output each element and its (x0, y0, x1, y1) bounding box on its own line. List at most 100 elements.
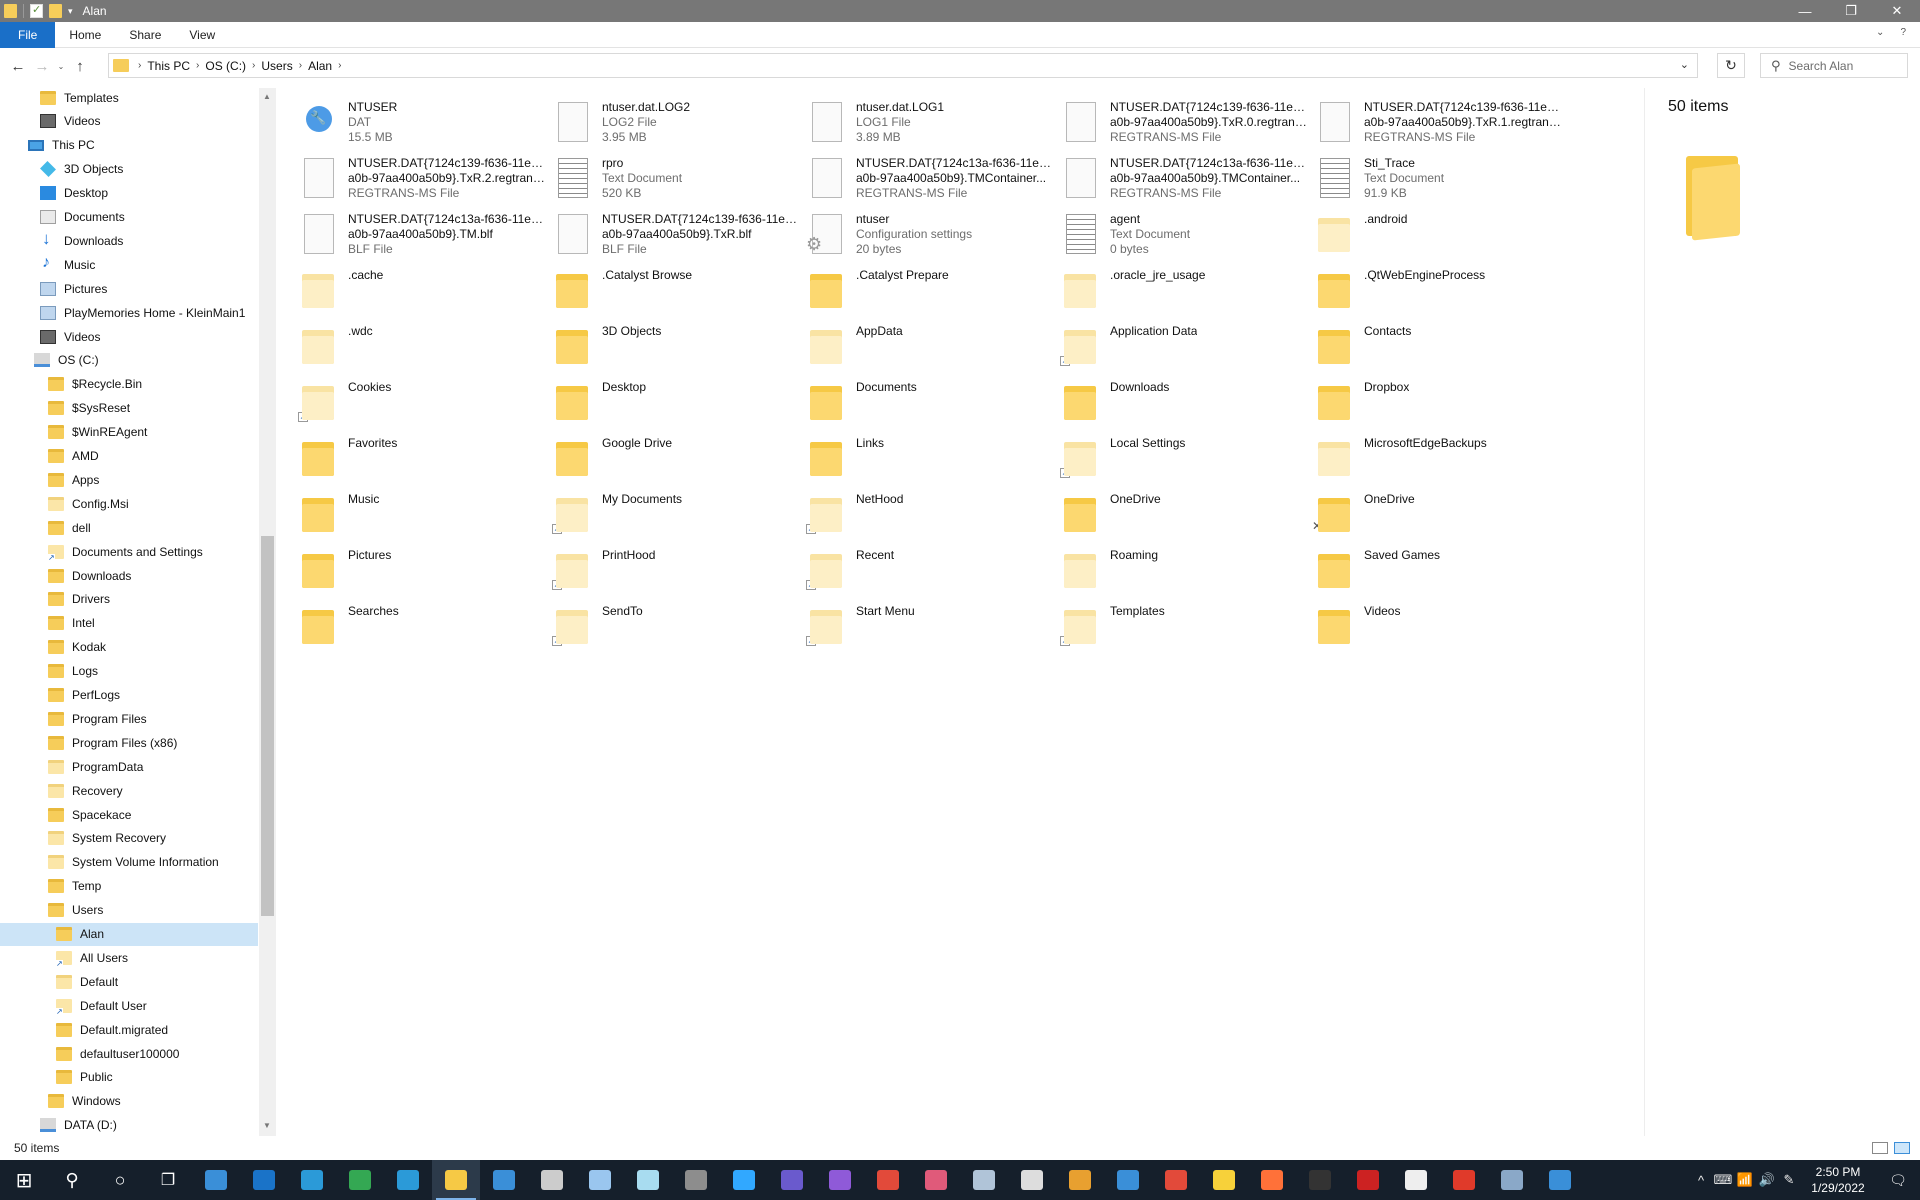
folder-item[interactable]: ☁ OneDrive (1060, 486, 1314, 542)
folder-item[interactable]: ▣ Contacts (1314, 318, 1568, 374)
acrobat-taskbar-button[interactable] (1440, 1160, 1488, 1200)
edge-taskbar-button[interactable] (288, 1160, 336, 1200)
nav-item-winreagent[interactable]: $WinREAgent (0, 421, 147, 444)
folder-item[interactable]: ↗ Start Menu (806, 598, 1060, 654)
new-folder-icon[interactable] (49, 4, 62, 18)
nav-item-default-migrated[interactable]: Default.migrated (0, 1018, 168, 1041)
app-check-taskbar-button[interactable] (1008, 1160, 1056, 1200)
folder-item[interactable]: .QtWebEngineProcess (1314, 262, 1568, 318)
search-box[interactable]: ⚲ (1760, 53, 1908, 78)
calculator-taskbar-button[interactable] (672, 1160, 720, 1200)
properties-icon[interactable] (30, 3, 43, 18)
folder-item[interactable]: ▭ Pictures (298, 542, 552, 598)
nav-item-logs[interactable]: Logs (0, 660, 98, 683)
folder-item[interactable]: ↗ Links (806, 430, 1060, 486)
scroll-down-arrow[interactable]: ▼ (263, 1121, 271, 1130)
folder-item[interactable]: .oracle_jre_usage (1060, 262, 1314, 318)
nav-item-this-pc[interactable]: This PC (0, 134, 95, 157)
folder-item[interactable]: ▬ Desktop (552, 374, 806, 430)
file-explorer-taskbar-button[interactable] (432, 1160, 480, 1200)
app-bug-taskbar-button[interactable] (1344, 1160, 1392, 1200)
file-item[interactable]: rpro Text Document 520 KB (552, 150, 806, 206)
navigation-pane-scrollbar[interactable]: ▲ ▼ (259, 88, 276, 1136)
folder-item[interactable]: .Catalyst Browse (552, 262, 806, 318)
people-taskbar-button[interactable] (192, 1160, 240, 1200)
folder-item[interactable]: ↗ Local Settings (1060, 430, 1314, 486)
folder-item[interactable]: ↗ Application Data (1060, 318, 1314, 374)
task-view-taskbar-button[interactable]: ❐ (144, 1160, 192, 1200)
pen-icon[interactable]: ✎ (1778, 1172, 1800, 1188)
folder-item[interactable]: ◷ ↗ Recent (806, 542, 1060, 598)
folder-item[interactable]: ↗ Cookies (298, 374, 552, 430)
help-button[interactable]: ? (1900, 27, 1906, 38)
notepad-taskbar-button[interactable] (576, 1160, 624, 1200)
nav-item-program-files[interactable]: Program Files (0, 707, 147, 730)
up-button[interactable]: ↑ (68, 54, 92, 78)
nav-item-kodak[interactable]: Kodak (0, 636, 106, 659)
file-item[interactable]: ntuser.dat.LOG1 LOG1 File 3.89 MB (806, 94, 1060, 150)
app-disc-taskbar-button[interactable] (960, 1160, 1008, 1200)
folder-item[interactable]: ↓ Downloads (1060, 374, 1314, 430)
folder-item[interactable]: ☁ ✕ OneDrive (1312, 486, 1568, 542)
nav-item-spacekace[interactable]: Spacekace (0, 803, 131, 826)
nav-item-music[interactable]: Music (0, 253, 95, 276)
show-hidden-icons-button[interactable]: ^ (1690, 1173, 1712, 1188)
firefox-taskbar-button[interactable] (1248, 1160, 1296, 1200)
file-item[interactable]: ntuserConfiguration settings20 bytes (806, 206, 1060, 262)
news-taskbar-button[interactable] (528, 1160, 576, 1200)
breadcrumb-users[interactable]: Users (258, 59, 295, 73)
folder-item[interactable]: MicrosoftEdgeBackups (1314, 430, 1568, 486)
nav-item-alan[interactable]: Alan (0, 922, 258, 946)
cortana-taskbar-button[interactable]: ○ (96, 1160, 144, 1200)
nav-item-playmemories-home-kleinmain1[interactable]: PlayMemories Home - KleinMain1 (0, 301, 245, 324)
volume-icon[interactable]: 🔊 (1756, 1172, 1778, 1188)
folder-item[interactable]: ▦ Videos (1314, 598, 1568, 654)
nav-item-program-files-x86[interactable]: Program Files (x86) (0, 731, 177, 754)
nav-item-defaultuser100000[interactable]: defaultuser100000 (0, 1042, 179, 1065)
scroll-up-arrow[interactable]: ▲ (263, 92, 271, 101)
file-item[interactable]: NTUSER.DAT{7124c139-f636-11ea-8 a0b-97aa4… (1314, 94, 1568, 150)
folder-item[interactable]: ↗ NetHood (806, 486, 1060, 542)
breadcrumb-this-pc[interactable]: This PC (144, 59, 193, 73)
folder-item[interactable]: ★ Favorites (298, 430, 552, 486)
recent-locations-button[interactable]: ⌄ (54, 62, 68, 71)
chevron-right-icon[interactable]: › (193, 60, 202, 71)
folder-item[interactable]: .Catalyst Prepare (806, 262, 1060, 318)
nav-item-amd[interactable]: AMD (0, 445, 99, 468)
large-icons-view-button[interactable] (1894, 1142, 1910, 1154)
close-button[interactable]: ✕ (1874, 0, 1920, 22)
app-paint-taskbar-button[interactable] (864, 1160, 912, 1200)
app-tools-taskbar-button[interactable] (1488, 1160, 1536, 1200)
nav-item-intel[interactable]: Intel (0, 612, 95, 635)
nav-item-dell[interactable]: dell (0, 516, 91, 539)
breadcrumb-alan[interactable]: Alan (305, 59, 335, 73)
chevron-right-icon[interactable]: › (249, 60, 258, 71)
folder-item[interactable]: ▤ ↗ My Documents (552, 486, 806, 542)
file-item[interactable]: NTUSERDAT15.5 MB (298, 94, 552, 150)
folder-item[interactable]: ▤ Documents (806, 374, 1060, 430)
folder-item[interactable]: ⚲ Searches (298, 598, 552, 654)
paper-taskbar-button[interactable] (624, 1160, 672, 1200)
nav-item-documents[interactable]: Documents (0, 206, 125, 229)
folder-item[interactable]: ▲ Google Drive (552, 430, 806, 486)
start-taskbar-button[interactable]: ⊞ (0, 1160, 48, 1200)
nav-item-perflogs[interactable]: PerfLogs (0, 684, 120, 707)
scrollbar-thumb[interactable] (261, 536, 274, 916)
address-dropdown-button[interactable]: ⌄ (1680, 58, 1689, 71)
expand-ribbon-button[interactable]: ⌄ (1876, 27, 1884, 38)
search-input[interactable] (1788, 58, 1899, 73)
folder-item[interactable]: ♞ Saved Games (1314, 542, 1568, 598)
outlook-taskbar-button[interactable] (240, 1160, 288, 1200)
nav-item-videos[interactable]: Videos (0, 110, 100, 133)
tab-file[interactable]: File (0, 21, 56, 48)
chrome-taskbar-button[interactable] (336, 1160, 384, 1200)
tab-share[interactable]: Share (115, 22, 175, 48)
nav-item-os-c[interactable]: OS (C:) (0, 349, 99, 372)
chevron-right-icon[interactable]: › (135, 60, 144, 71)
folder-item[interactable]: ↗ Templates (1060, 598, 1314, 654)
folder-item[interactable]: ↗ SendTo (552, 598, 806, 654)
file-item[interactable]: NTUSER.DAT{7124c13a-f636-11ea-8 a0b-97aa4… (806, 150, 1060, 206)
nav-item-sysreset[interactable]: $SysReset (0, 397, 130, 420)
file-item[interactable]: NTUSER.DAT{7124c139-f636-11ea-8 a0b-97aa4… (298, 150, 552, 206)
folder-item[interactable]: .wdc (298, 318, 552, 374)
